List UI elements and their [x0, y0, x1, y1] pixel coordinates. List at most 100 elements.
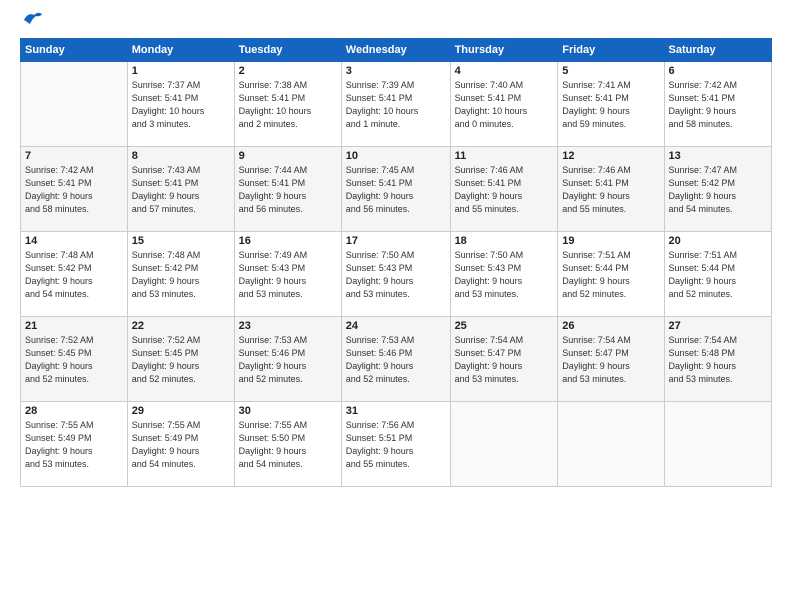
- day-number: 25: [455, 320, 554, 332]
- day-info: Sunrise: 7:51 AMSunset: 5:44 PMDaylight:…: [669, 249, 767, 301]
- day-number: 10: [346, 150, 446, 162]
- day-info: Sunrise: 7:53 AMSunset: 5:46 PMDaylight:…: [346, 334, 446, 386]
- day-cell: 5 Sunrise: 7:41 AMSunset: 5:41 PMDaylight…: [558, 62, 664, 147]
- day-info: Sunrise: 7:55 AMSunset: 5:49 PMDaylight:…: [25, 419, 123, 471]
- week-row-2: 7 Sunrise: 7:42 AMSunset: 5:41 PMDaylight…: [21, 147, 772, 232]
- calendar-table: SundayMondayTuesdayWednesdayThursdayFrid…: [20, 38, 772, 487]
- day-info: Sunrise: 7:37 AMSunset: 5:41 PMDaylight:…: [132, 79, 230, 131]
- day-info: Sunrise: 7:44 AMSunset: 5:41 PMDaylight:…: [239, 164, 337, 216]
- day-number: 12: [562, 150, 659, 162]
- day-cell: 28 Sunrise: 7:55 AMSunset: 5:49 PMDayligh…: [21, 402, 128, 487]
- day-number: 29: [132, 405, 230, 417]
- day-info: Sunrise: 7:50 AMSunset: 5:43 PMDaylight:…: [455, 249, 554, 301]
- day-number: 5: [562, 65, 659, 77]
- day-info: Sunrise: 7:52 AMSunset: 5:45 PMDaylight:…: [25, 334, 123, 386]
- day-info: Sunrise: 7:49 AMSunset: 5:43 PMDaylight:…: [239, 249, 337, 301]
- day-cell: 19Sunrise: 7:51 AMSunset: 5:44 PMDayligh…: [558, 232, 664, 317]
- week-row-3: 14 Sunrise: 7:48 AMSunset: 5:42 PMDayligh…: [21, 232, 772, 317]
- day-info: Sunrise: 7:48 AMSunset: 5:42 PMDaylight:…: [132, 249, 230, 301]
- weekday-header-sunday: Sunday: [21, 39, 128, 62]
- day-number: 19: [562, 235, 659, 247]
- weekday-header-saturday: Saturday: [664, 39, 771, 62]
- week-row-1: 1 Sunrise: 7:37 AMSunset: 5:41 PMDaylight…: [21, 62, 772, 147]
- day-info: Sunrise: 7:46 AMSunset: 5:41 PMDaylight:…: [562, 164, 659, 216]
- day-number: 30: [239, 405, 337, 417]
- day-number: 28: [25, 405, 123, 417]
- day-cell: 7 Sunrise: 7:42 AMSunset: 5:41 PMDaylight…: [21, 147, 128, 232]
- day-cell: 31 Sunrise: 7:56 AMSunset: 5:51 PMDayligh…: [341, 402, 450, 487]
- day-info: Sunrise: 7:54 AMSunset: 5:47 PMDaylight:…: [455, 334, 554, 386]
- day-info: Sunrise: 7:56 AMSunset: 5:51 PMDaylight:…: [346, 419, 446, 471]
- day-number: 22: [132, 320, 230, 332]
- day-number: 13: [669, 150, 767, 162]
- day-info: Sunrise: 7:46 AMSunset: 5:41 PMDaylight:…: [455, 164, 554, 216]
- day-cell: 11Sunrise: 7:46 AMSunset: 5:41 PMDayligh…: [450, 147, 558, 232]
- day-cell: 2 Sunrise: 7:38 AMSunset: 5:41 PMDaylight…: [234, 62, 341, 147]
- day-number: 2: [239, 65, 337, 77]
- day-number: 16: [239, 235, 337, 247]
- day-number: 24: [346, 320, 446, 332]
- day-info: Sunrise: 7:55 AMSunset: 5:49 PMDaylight:…: [132, 419, 230, 471]
- day-number: 17: [346, 235, 446, 247]
- day-info: Sunrise: 7:50 AMSunset: 5:43 PMDaylight:…: [346, 249, 446, 301]
- day-info: Sunrise: 7:43 AMSunset: 5:41 PMDaylight:…: [132, 164, 230, 216]
- day-number: 6: [669, 65, 767, 77]
- day-number: 8: [132, 150, 230, 162]
- day-cell: 8 Sunrise: 7:43 AMSunset: 5:41 PMDaylight…: [127, 147, 234, 232]
- day-cell: 30Sunrise: 7:55 AMSunset: 5:50 PMDayligh…: [234, 402, 341, 487]
- day-info: Sunrise: 7:47 AMSunset: 5:42 PMDaylight:…: [669, 164, 767, 216]
- day-cell: 4Sunrise: 7:40 AMSunset: 5:41 PMDaylight…: [450, 62, 558, 147]
- day-info: Sunrise: 7:54 AMSunset: 5:47 PMDaylight:…: [562, 334, 659, 386]
- day-cell: 17 Sunrise: 7:50 AMSunset: 5:43 PMDayligh…: [341, 232, 450, 317]
- day-info: Sunrise: 7:39 AMSunset: 5:41 PMDaylight:…: [346, 79, 446, 131]
- day-cell: 13 Sunrise: 7:47 AMSunset: 5:42 PMDayligh…: [664, 147, 771, 232]
- day-info: Sunrise: 7:41 AMSunset: 5:41 PMDaylight:…: [562, 79, 659, 131]
- day-number: 21: [25, 320, 123, 332]
- day-cell: 23Sunrise: 7:53 AMSunset: 5:46 PMDayligh…: [234, 317, 341, 402]
- weekday-row: SundayMondayTuesdayWednesdayThursdayFrid…: [21, 39, 772, 62]
- day-cell: 1 Sunrise: 7:37 AMSunset: 5:41 PMDaylight…: [127, 62, 234, 147]
- calendar-header: SundayMondayTuesdayWednesdayThursdayFrid…: [21, 39, 772, 62]
- day-cell: 26 Sunrise: 7:54 AMSunset: 5:47 PMDayligh…: [558, 317, 664, 402]
- weekday-header-friday: Friday: [558, 39, 664, 62]
- weekday-header-wednesday: Wednesday: [341, 39, 450, 62]
- logo-bird-icon: [22, 10, 44, 28]
- weekday-header-tuesday: Tuesday: [234, 39, 341, 62]
- day-cell: 24 Sunrise: 7:53 AMSunset: 5:46 PMDayligh…: [341, 317, 450, 402]
- day-number: 18: [455, 235, 554, 247]
- day-info: Sunrise: 7:52 AMSunset: 5:45 PMDaylight:…: [132, 334, 230, 386]
- day-info: Sunrise: 7:38 AMSunset: 5:41 PMDaylight:…: [239, 79, 337, 131]
- header: [20, 18, 772, 28]
- day-cell: [558, 402, 664, 487]
- day-number: 26: [562, 320, 659, 332]
- day-cell: 25 Sunrise: 7:54 AMSunset: 5:47 PMDayligh…: [450, 317, 558, 402]
- day-cell: [450, 402, 558, 487]
- day-cell: 9 Sunrise: 7:44 AMSunset: 5:41 PMDaylight…: [234, 147, 341, 232]
- week-row-4: 21 Sunrise: 7:52 AMSunset: 5:45 PMDayligh…: [21, 317, 772, 402]
- day-cell: 14 Sunrise: 7:48 AMSunset: 5:42 PMDayligh…: [21, 232, 128, 317]
- day-number: 31: [346, 405, 446, 417]
- day-info: Sunrise: 7:48 AMSunset: 5:42 PMDaylight:…: [25, 249, 123, 301]
- day-info: Sunrise: 7:45 AMSunset: 5:41 PMDaylight:…: [346, 164, 446, 216]
- day-cell: 20 Sunrise: 7:51 AMSunset: 5:44 PMDayligh…: [664, 232, 771, 317]
- day-cell: 21 Sunrise: 7:52 AMSunset: 5:45 PMDayligh…: [21, 317, 128, 402]
- day-number: 1: [132, 65, 230, 77]
- day-number: 9: [239, 150, 337, 162]
- day-info: Sunrise: 7:54 AMSunset: 5:48 PMDaylight:…: [669, 334, 767, 386]
- day-cell: 22 Sunrise: 7:52 AMSunset: 5:45 PMDayligh…: [127, 317, 234, 402]
- day-cell: [664, 402, 771, 487]
- day-info: Sunrise: 7:53 AMSunset: 5:46 PMDaylight:…: [239, 334, 337, 386]
- day-number: 27: [669, 320, 767, 332]
- page: SundayMondayTuesdayWednesdayThursdayFrid…: [0, 0, 792, 612]
- day-cell: 27 Sunrise: 7:54 AMSunset: 5:48 PMDayligh…: [664, 317, 771, 402]
- logo: [20, 18, 44, 28]
- day-cell: 16 Sunrise: 7:49 AMSunset: 5:43 PMDayligh…: [234, 232, 341, 317]
- day-cell: [21, 62, 128, 147]
- day-number: 14: [25, 235, 123, 247]
- day-cell: 15Sunrise: 7:48 AMSunset: 5:42 PMDayligh…: [127, 232, 234, 317]
- day-number: 20: [669, 235, 767, 247]
- day-number: 7: [25, 150, 123, 162]
- calendar-body: 1 Sunrise: 7:37 AMSunset: 5:41 PMDaylight…: [21, 62, 772, 487]
- week-row-5: 28 Sunrise: 7:55 AMSunset: 5:49 PMDayligh…: [21, 402, 772, 487]
- day-info: Sunrise: 7:42 AMSunset: 5:41 PMDaylight:…: [25, 164, 123, 216]
